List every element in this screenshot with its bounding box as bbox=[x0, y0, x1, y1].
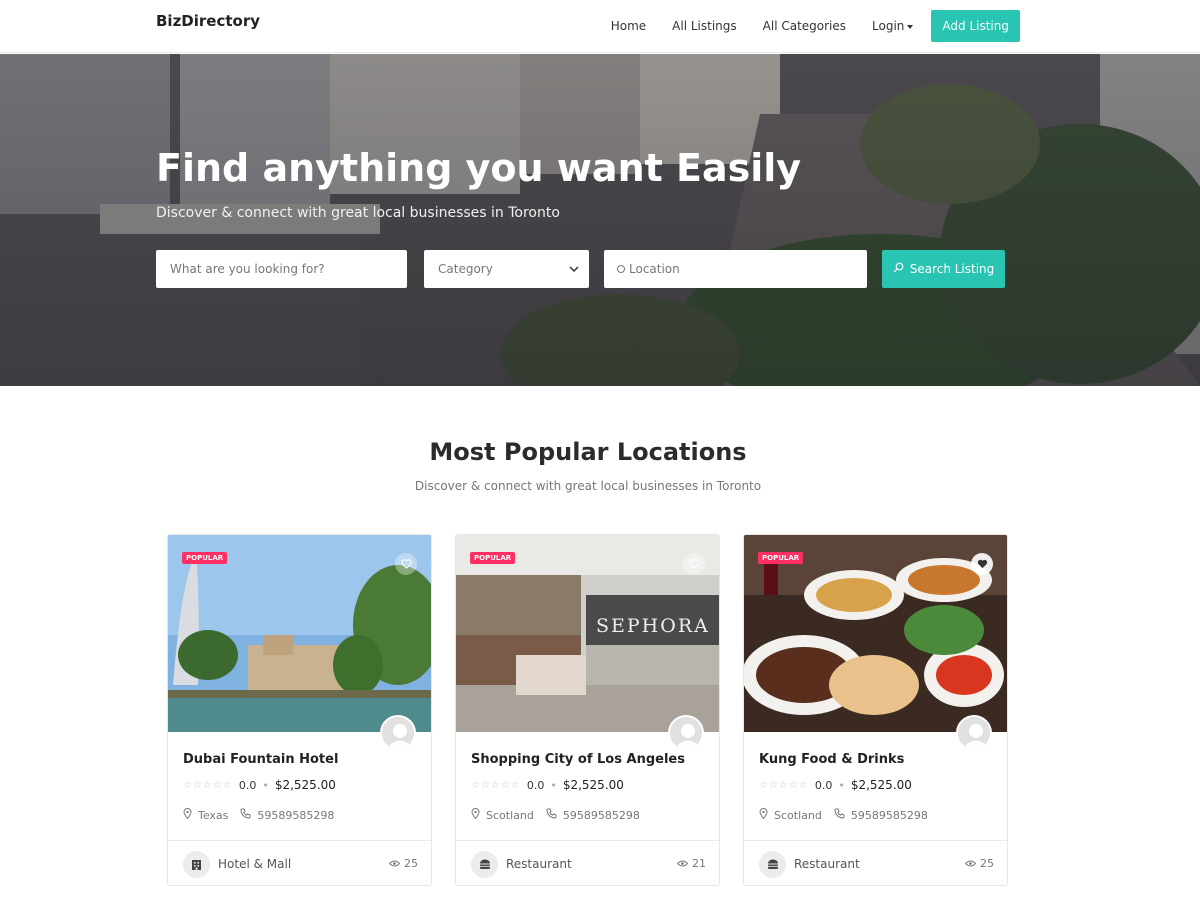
location-input[interactable]: Location bbox=[604, 250, 867, 288]
rating-value: 0.0 bbox=[526, 778, 545, 792]
caret-down-icon bbox=[907, 24, 914, 29]
rating-row: ☆☆☆☆☆ 0.0 • $2,525.00 bbox=[183, 778, 336, 792]
rating-row: ☆☆☆☆☆ 0.0 • $2,525.00 bbox=[759, 778, 912, 792]
view-count-value: 25 bbox=[980, 857, 994, 870]
view-count: 25 bbox=[964, 857, 994, 870]
eye-icon bbox=[964, 857, 977, 870]
listing-price: $2,525.00 bbox=[274, 778, 336, 792]
view-count-value: 25 bbox=[404, 857, 418, 870]
chevron-down-icon bbox=[569, 266, 579, 272]
search-listing-button[interactable]: Search Listing bbox=[882, 250, 1005, 288]
nav-login-dropdown[interactable]: Login bbox=[872, 19, 914, 33]
listing-location: Scotland bbox=[774, 808, 822, 822]
separator-dot: • bbox=[550, 778, 557, 792]
sephora-sign: SEPHORA bbox=[596, 615, 710, 637]
listing-category[interactable]: Restaurant bbox=[794, 857, 860, 871]
section-subtitle: Discover & connect with great local busi… bbox=[414, 479, 762, 493]
popular-badge: POPULAR bbox=[182, 552, 228, 564]
popular-badge: POPULAR bbox=[758, 552, 804, 564]
separator-dot: • bbox=[262, 778, 269, 792]
add-listing-button[interactable]: Add Listing bbox=[931, 10, 1020, 42]
map-pin-icon bbox=[759, 808, 768, 822]
search-button-label: Search Listing bbox=[909, 262, 995, 276]
card-footer: Restaurant 21 bbox=[456, 840, 719, 885]
heart-icon bbox=[400, 559, 412, 569]
crosshair-icon bbox=[617, 265, 625, 273]
listing-category[interactable]: Hotel & Mall bbox=[218, 857, 291, 871]
hero-title: Find anything you want Easily bbox=[156, 146, 802, 190]
popular-badge: POPULAR bbox=[470, 552, 516, 564]
burger-icon bbox=[759, 851, 786, 878]
hotel-photo bbox=[168, 535, 431, 732]
food-photo bbox=[744, 535, 1007, 732]
section-title: Most Popular Locations bbox=[429, 438, 747, 466]
star-rating-icon: ☆☆☆☆☆ bbox=[759, 779, 809, 791]
phone-icon bbox=[240, 808, 251, 822]
nav-all-categories-link[interactable]: All Categories bbox=[763, 19, 846, 33]
building-icon bbox=[183, 851, 210, 878]
listing-image[interactable]: POPULAR bbox=[168, 535, 431, 732]
search-icon bbox=[893, 262, 904, 276]
phone-icon bbox=[546, 808, 557, 822]
listing-title[interactable]: Shopping City of Los Angeles bbox=[471, 752, 685, 767]
rating-value: 0.0 bbox=[238, 778, 257, 792]
info-row: Scotland 59589585298 bbox=[759, 808, 928, 822]
view-count: 25 bbox=[388, 857, 418, 870]
info-row: Scotland 59589585298 bbox=[471, 808, 640, 822]
favorite-button[interactable] bbox=[971, 553, 993, 575]
burger-icon bbox=[471, 851, 498, 878]
phone-icon bbox=[834, 808, 845, 822]
info-row: Texas 59589585298 bbox=[183, 808, 334, 822]
listing-location: Scotland bbox=[486, 808, 534, 822]
listing-price: $2,525.00 bbox=[850, 778, 912, 792]
star-rating-icon: ☆☆☆☆☆ bbox=[183, 779, 233, 791]
nav-all-listings-link[interactable]: All Listings bbox=[672, 19, 736, 33]
hero-subtitle: Discover & connect with great local busi… bbox=[156, 205, 560, 221]
category-select-value: Category bbox=[438, 262, 493, 276]
heart-icon bbox=[688, 559, 700, 569]
rating-row: ☆☆☆☆☆ 0.0 • $2,525.00 bbox=[471, 778, 624, 792]
avatar[interactable] bbox=[956, 715, 992, 751]
listing-card[interactable]: SEPHORA POPULAR Shopping City of Los Ang… bbox=[455, 534, 720, 886]
eye-icon bbox=[676, 857, 689, 870]
listing-card[interactable]: POPULAR Kung Food & Drinks ☆☆☆☆☆ 0.0 • $… bbox=[743, 534, 1008, 886]
listing-card[interactable]: POPULAR Dubai Fountain Hotel ☆☆☆☆☆ 0.0 •… bbox=[167, 534, 432, 886]
star-rating-icon: ☆☆☆☆☆ bbox=[471, 779, 521, 791]
heart-filled-icon bbox=[977, 559, 987, 569]
listing-category[interactable]: Restaurant bbox=[506, 857, 572, 871]
separator-dot: • bbox=[838, 778, 845, 792]
listing-title[interactable]: Dubai Fountain Hotel bbox=[183, 752, 338, 767]
map-pin-icon bbox=[183, 808, 192, 822]
keyword-search-input[interactable]: What are you looking for? bbox=[156, 250, 407, 288]
eye-icon bbox=[388, 857, 401, 870]
rating-value: 0.0 bbox=[814, 778, 833, 792]
card-footer: Hotel & Mall 25 bbox=[168, 840, 431, 885]
listing-price: $2,525.00 bbox=[562, 778, 624, 792]
category-select[interactable]: Category bbox=[424, 250, 589, 288]
listing-title[interactable]: Kung Food & Drinks bbox=[759, 752, 904, 767]
listing-image[interactable]: POPULAR bbox=[744, 535, 1007, 732]
listing-phone[interactable]: 59589585298 bbox=[257, 809, 334, 822]
listing-phone[interactable]: 59589585298 bbox=[563, 809, 640, 822]
favorite-button[interactable] bbox=[395, 553, 417, 575]
favorite-button[interactable] bbox=[683, 553, 705, 575]
hero-banner: Find anything you want Easily Discover &… bbox=[0, 54, 1200, 386]
card-footer: Restaurant 25 bbox=[744, 840, 1007, 885]
listing-image[interactable]: SEPHORA POPULAR bbox=[456, 535, 719, 732]
login-label: Login bbox=[872, 19, 905, 33]
nav-home-link[interactable]: Home bbox=[611, 19, 646, 33]
brand-logo[interactable]: BizDirectory bbox=[156, 12, 260, 30]
top-navbar: BizDirectory Home All Listings All Categ… bbox=[0, 0, 1200, 53]
location-placeholder: Location bbox=[629, 262, 680, 276]
view-count-value: 21 bbox=[692, 857, 706, 870]
nav-links: Home All Listings All Categories Login A… bbox=[585, 10, 1020, 42]
view-count: 21 bbox=[676, 857, 706, 870]
listing-phone[interactable]: 59589585298 bbox=[851, 809, 928, 822]
map-pin-icon bbox=[471, 808, 480, 822]
listing-location: Texas bbox=[198, 808, 229, 822]
avatar[interactable] bbox=[668, 715, 704, 751]
avatar[interactable] bbox=[380, 715, 416, 751]
